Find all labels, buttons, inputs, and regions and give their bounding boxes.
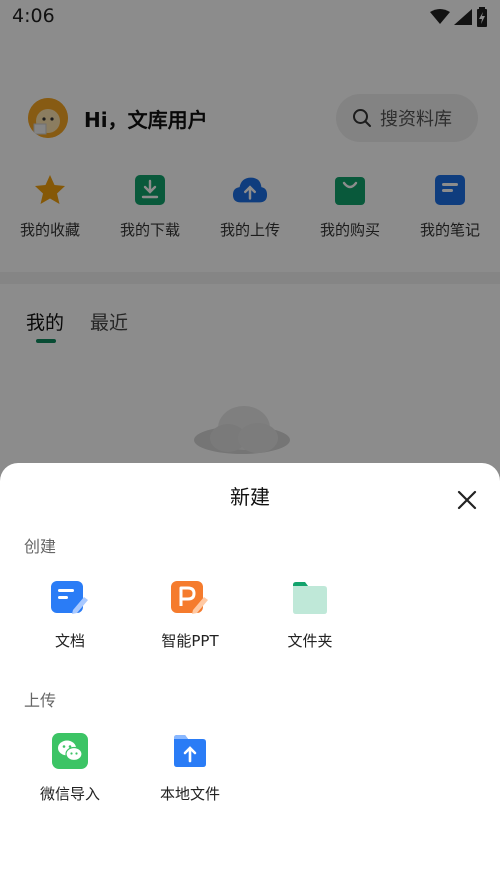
create-folder-label: 文件夹 (287, 632, 333, 650)
create-smart-ppt-label: 智能PPT (161, 632, 219, 650)
document-icon (50, 578, 90, 618)
wechat-import-button[interactable]: 微信导入 (10, 731, 130, 804)
upload-options: 微信导入 本地文件 (10, 731, 250, 804)
wechat-import-label: 微信导入 (39, 785, 100, 803)
create-smart-ppt-button[interactable]: 智能PPT (130, 578, 250, 651)
create-options: 文档 智能PPT 文件夹 (10, 578, 370, 651)
local-file-upload-button[interactable]: 本地文件 (130, 731, 250, 804)
close-button[interactable] (452, 485, 482, 515)
close-icon (457, 490, 477, 510)
ppt-icon (170, 578, 210, 618)
sheet-title: 新建 (230, 485, 270, 509)
local-file-upload-label: 本地文件 (159, 785, 220, 803)
create-document-button[interactable]: 文档 (10, 578, 130, 651)
create-bottom-sheet: 新建 创建 文档 智能PPT 文件夹 上传 微信导入 本地文件 (0, 463, 500, 889)
create-folder-button[interactable]: 文件夹 (250, 578, 370, 651)
wechat-icon (50, 731, 90, 771)
local-file-upload-icon (170, 731, 210, 771)
folder-icon (290, 578, 330, 618)
create-section-label: 创建 (24, 537, 57, 556)
create-document-label: 文档 (54, 632, 85, 650)
upload-section-label: 上传 (24, 691, 57, 710)
